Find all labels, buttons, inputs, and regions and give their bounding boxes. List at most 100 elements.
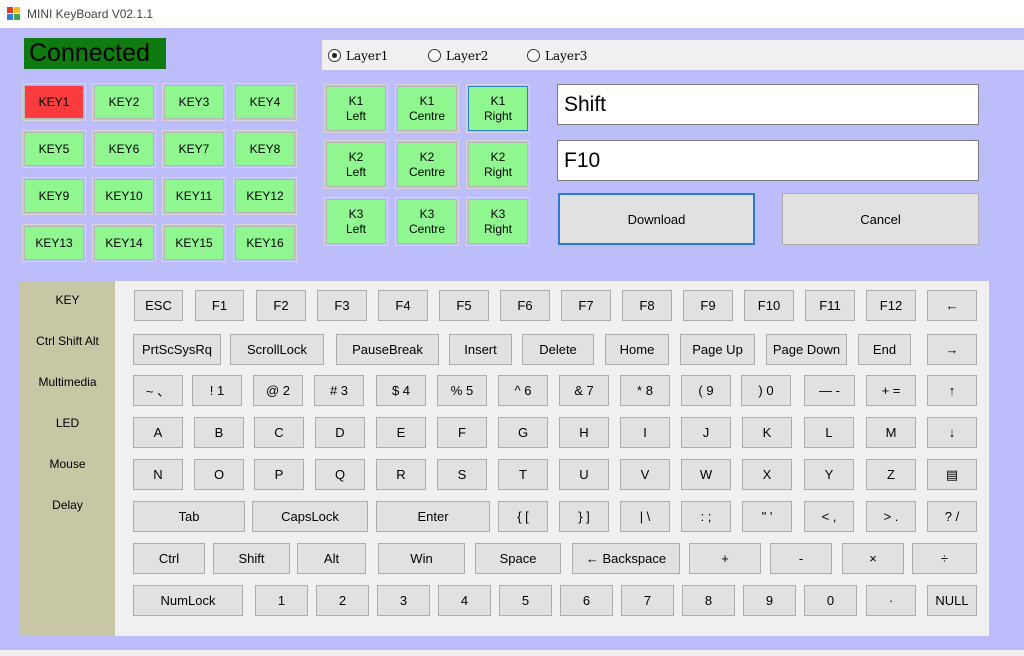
- knob-3-right-button[interactable]: K3 Right: [466, 197, 530, 246]
- knob-1-right-button[interactable]: K1 Right: [466, 84, 530, 133]
- download-button[interactable]: Download: [558, 193, 755, 245]
- key-7[interactable]: 7: [621, 585, 674, 616]
- key-insert[interactable]: Insert: [449, 334, 512, 365]
- macro-key-16[interactable]: KEY16: [233, 224, 297, 262]
- category-mouse[interactable]: Mouse: [20, 457, 115, 471]
- key-delete[interactable]: Delete: [522, 334, 594, 365]
- key-3[interactable]: # 3: [314, 375, 364, 406]
- key-8[interactable]: 8: [682, 585, 735, 616]
- key-0[interactable]: ) 0: [741, 375, 791, 406]
- key-j[interactable]: J: [681, 417, 731, 448]
- key-1[interactable]: ! 1: [192, 375, 242, 406]
- key-5[interactable]: 5: [499, 585, 552, 616]
- key-n[interactable]: N: [133, 459, 183, 490]
- macro-key-2[interactable]: KEY2: [92, 83, 156, 121]
- key-menu[interactable]: ▤: [927, 459, 977, 490]
- category-multimedia[interactable]: Multimedia: [20, 375, 115, 389]
- key-f8[interactable]: F8: [622, 290, 672, 321]
- macro-key-12[interactable]: KEY12: [233, 177, 297, 215]
- key-r3-12[interactable]: — -: [804, 375, 855, 406]
- category-modifiers[interactable]: Ctrl Shift Alt: [20, 334, 115, 348]
- key-1[interactable]: 1: [255, 585, 308, 616]
- key-z[interactable]: Z: [866, 459, 916, 490]
- category-delay[interactable]: Delay: [20, 498, 115, 512]
- knob-3-centre-button[interactable]: K3 Centre: [395, 197, 459, 246]
- macro-key-5[interactable]: KEY5: [22, 130, 86, 168]
- key-w[interactable]: W: [681, 459, 731, 490]
- key-f4[interactable]: F4: [378, 290, 428, 321]
- key-4[interactable]: $ 4: [376, 375, 426, 406]
- key-capslock[interactable]: CapsLock: [252, 501, 368, 532]
- macro-key-15[interactable]: KEY15: [162, 224, 226, 262]
- key-9[interactable]: ( 9: [681, 375, 731, 406]
- key-f[interactable]: F: [437, 417, 487, 448]
- key-d[interactable]: D: [315, 417, 365, 448]
- key-e[interactable]: E: [376, 417, 426, 448]
- key-up-arrow[interactable]: ↑: [927, 375, 977, 406]
- category-key[interactable]: KEY: [20, 293, 115, 307]
- key-r6-6[interactable]: | \: [620, 501, 670, 532]
- key-r6-11[interactable]: ? /: [927, 501, 977, 532]
- key-x[interactable]: X: [742, 459, 792, 490]
- key-h[interactable]: H: [559, 417, 609, 448]
- key-end[interactable]: End: [858, 334, 911, 365]
- key-f11[interactable]: F11: [805, 290, 855, 321]
- key-f6[interactable]: F6: [500, 290, 550, 321]
- key-f1[interactable]: F1: [195, 290, 244, 321]
- knob-1-centre-button[interactable]: K1 Centre: [395, 84, 459, 133]
- category-led[interactable]: LED: [20, 416, 115, 430]
- key-prtscsysrq[interactable]: PrtScSysRq: [133, 334, 221, 365]
- key-ctrl[interactable]: Ctrl: [133, 543, 205, 574]
- key-f5[interactable]: F5: [439, 290, 489, 321]
- key-2[interactable]: 2: [316, 585, 369, 616]
- macro-key-10[interactable]: KEY10: [92, 177, 156, 215]
- macro-key-1[interactable]: KEY1: [22, 83, 86, 121]
- key-o[interactable]: O: [194, 459, 244, 490]
- key-p[interactable]: P: [254, 459, 304, 490]
- key-r6-4[interactable]: { [: [498, 501, 548, 532]
- key-numpad-multiply[interactable]: ×: [842, 543, 904, 574]
- key-numpad-plus[interactable]: +: [689, 543, 761, 574]
- key-r6-5[interactable]: } ]: [559, 501, 609, 532]
- key-t[interactable]: T: [498, 459, 548, 490]
- key-g[interactable]: G: [498, 417, 548, 448]
- key-l[interactable]: L: [804, 417, 854, 448]
- key-y[interactable]: Y: [804, 459, 854, 490]
- key-6[interactable]: 6: [560, 585, 613, 616]
- key-r6-7[interactable]: : ;: [681, 501, 731, 532]
- key-k[interactable]: K: [742, 417, 792, 448]
- key-esc[interactable]: ESC: [134, 290, 183, 321]
- key-r6-10[interactable]: > .: [866, 501, 916, 532]
- key-left-arrow[interactable]: ←: [927, 290, 977, 321]
- key-c[interactable]: C: [254, 417, 304, 448]
- key-r3-1[interactable]: ~ 、: [133, 375, 183, 406]
- macro-key-14[interactable]: KEY14: [92, 224, 156, 262]
- cancel-button[interactable]: Cancel: [782, 193, 979, 245]
- key-down-arrow[interactable]: ↓: [927, 417, 977, 448]
- key-u[interactable]: U: [559, 459, 609, 490]
- key-space[interactable]: Space: [475, 543, 561, 574]
- macro-key-7[interactable]: KEY7: [162, 130, 226, 168]
- key-r6-8[interactable]: " ': [742, 501, 792, 532]
- key-f3[interactable]: F3: [317, 290, 367, 321]
- key-0[interactable]: 0: [804, 585, 857, 616]
- macro-key-9[interactable]: KEY9: [22, 177, 86, 215]
- key-7[interactable]: & 7: [559, 375, 609, 406]
- macro-key-13[interactable]: KEY13: [22, 224, 86, 262]
- macro-key-3[interactable]: KEY3: [162, 83, 226, 121]
- key-f12[interactable]: F12: [866, 290, 916, 321]
- key-numpad-dot[interactable]: ·: [866, 585, 916, 616]
- knob-3-left-button[interactable]: K3 Left: [324, 197, 388, 246]
- key-tab[interactable]: Tab: [133, 501, 245, 532]
- key-shift[interactable]: Shift: [213, 543, 290, 574]
- key-enter[interactable]: Enter: [376, 501, 490, 532]
- key-r3-13[interactable]: + =: [866, 375, 916, 406]
- key-backspace[interactable]: ← Backspace: [572, 543, 680, 574]
- key-m[interactable]: M: [866, 417, 916, 448]
- key-4[interactable]: 4: [438, 585, 491, 616]
- key-5[interactable]: % 5: [437, 375, 487, 406]
- key-9[interactable]: 9: [743, 585, 796, 616]
- key-a[interactable]: A: [133, 417, 183, 448]
- macro-key-11[interactable]: KEY11: [162, 177, 226, 215]
- macro-key-4[interactable]: KEY4: [233, 83, 297, 121]
